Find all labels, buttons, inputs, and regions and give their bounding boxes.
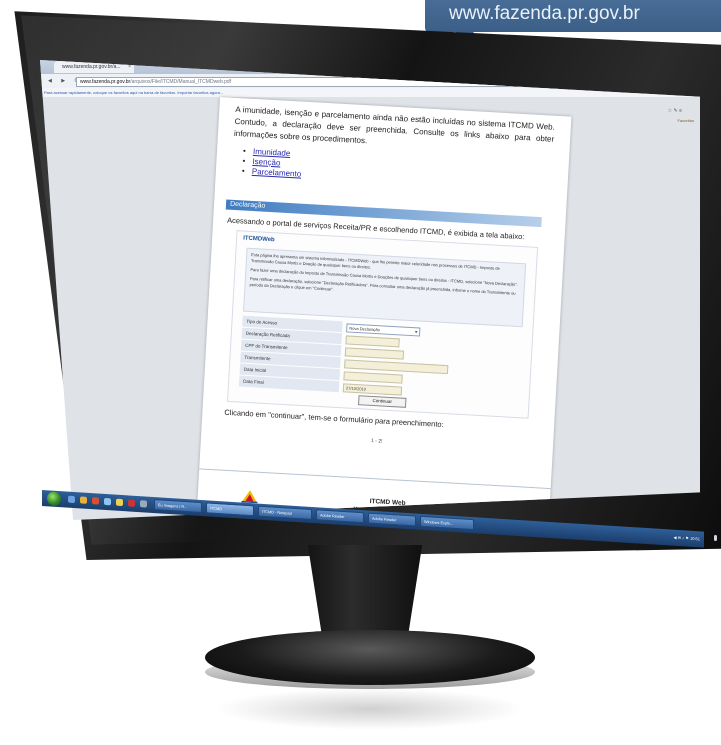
pdf-page: A imunidade, isenção e parcelamento aind… xyxy=(194,97,572,520)
link-isencao[interactable]: Isenção xyxy=(252,157,280,168)
media-icon[interactable] xyxy=(92,497,99,505)
bookmarks-bar-text: Para acessar rapidamente, coloque os fav… xyxy=(44,90,224,95)
app-icon[interactable] xyxy=(128,499,135,507)
link-parcelamento[interactable]: Parcelamento xyxy=(252,167,302,179)
url-callout: www.fazenda.pr.gov.br xyxy=(425,0,721,32)
itcmd-form-screenshot: ITCMDWeb Esta página lhe apresenta um si… xyxy=(226,230,539,419)
procedure-links: Imunidade Isenção Parcelamento xyxy=(252,147,303,180)
toolbar-right-icons[interactable]: ☆ ✎ ≡ xyxy=(668,108,682,114)
system-tray[interactable]: ◀ ✉ ♪ ⚑ 10:51 xyxy=(590,527,700,543)
continue-button[interactable]: Continuar xyxy=(358,395,407,408)
tab-title: www.fazenda.pr.gov.br/a... xyxy=(62,64,121,70)
receita-estadual-logo-icon xyxy=(241,490,258,504)
data-final-input[interactable]: 27/10/2010 xyxy=(342,383,403,396)
monitor-screen: www.fazenda.pr.gov.br/a... × ◀ ▶ C www.f… xyxy=(40,60,700,520)
folder-icon[interactable] xyxy=(80,496,87,504)
url-host: www.fazenda.pr.gov.br xyxy=(80,79,131,85)
callout-url-text: www.fazenda.pr.gov.br xyxy=(449,3,640,24)
taskbar-item[interactable]: ITCMD xyxy=(206,502,254,517)
chevron-down-icon: ▼ xyxy=(414,329,419,335)
link-item: Parcelamento xyxy=(252,167,302,180)
taskbar-item[interactable]: Adobe Reader xyxy=(316,509,364,524)
taskbar-item[interactable]: Adobe Reader xyxy=(368,512,416,527)
ie-icon[interactable] xyxy=(68,495,75,504)
taskbar-item[interactable]: Windows Explo... xyxy=(420,515,474,531)
other-bookmarks-label[interactable]: Favoritos xyxy=(678,118,694,123)
monitor-reflection xyxy=(215,688,525,730)
footer-divider xyxy=(199,468,551,490)
start-button-icon[interactable] xyxy=(47,491,61,507)
form-info-box: Esta página lhe apresenta um sistema inf… xyxy=(243,247,527,328)
monitor-base xyxy=(205,630,535,685)
taskbar-item[interactable]: ITCMD - Notepad xyxy=(258,505,312,520)
app-icon[interactable] xyxy=(140,500,147,508)
select-value: Nova Declaração xyxy=(349,325,381,333)
page-number: 1 - 2! xyxy=(370,437,383,445)
form-title: ITCMDWeb xyxy=(242,235,275,244)
app-icon[interactable] xyxy=(116,498,123,507)
power-led-icon xyxy=(714,535,717,541)
url-path: /arquivos/File/ITCMD/Manual_ITCMDweb.pdf xyxy=(130,79,232,85)
app-icon[interactable] xyxy=(104,497,111,506)
taskbar-item[interactable]: Eu Imagens | R... xyxy=(154,499,202,514)
